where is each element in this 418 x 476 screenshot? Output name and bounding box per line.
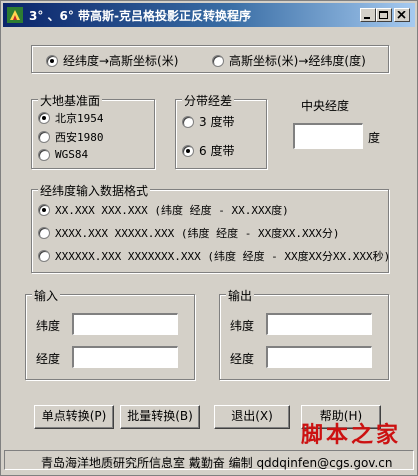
radio-format-seconds[interactable]: XXXXXX.XXX XXXXXXX.XXX (纬度 经度 - XX度XX分XX… (38, 248, 390, 264)
radio-label: 北京1954 (55, 112, 104, 125)
datum-legend: 大地基准面 (38, 92, 103, 109)
maximize-button[interactable] (376, 8, 392, 22)
watermark: 脚本之家 (301, 423, 402, 448)
radio-datum-wgs84[interactable]: WGS84 (38, 148, 88, 161)
radio-format-degrees[interactable]: XX.XXX XXX.XXX (纬度 经度 - XX.XXX度) (38, 202, 289, 218)
radio-geo-to-gauss[interactable]: 经纬度→高斯坐标(米) (46, 52, 178, 69)
close-icon (397, 11, 406, 19)
zone-group: 分带经差 3 度带 6 度带 (175, 92, 267, 169)
radio-label: XXXXXX.XXX XXXXXXX.XXX (纬度 经度 - XX度XX分XX… (55, 250, 391, 263)
radio-label: 西安1980 (55, 131, 104, 144)
input-legend: 输入 (32, 287, 61, 304)
output-lon-label: 经度 (230, 352, 255, 366)
minimize-button[interactable] (360, 8, 376, 22)
input-lat-label: 纬度 (36, 319, 61, 333)
status-bar: 青岛海洋地质研究所信息室 戴勤奋 编制 qddqinfen@cgs.gov.cn (4, 450, 414, 470)
zone-legend: 分带经差 (182, 92, 235, 109)
output-lat-label: 纬度 (230, 319, 255, 333)
radio-button[interactable] (182, 144, 194, 157)
close-button[interactable] (394, 8, 410, 22)
radio-label: 经纬度→高斯坐标(米) (63, 54, 179, 68)
radio-label: 6 度带 (199, 144, 235, 158)
radio-button[interactable] (46, 54, 58, 67)
radio-button[interactable] (38, 131, 50, 143)
radio-datum-beijing1954[interactable]: 北京1954 (38, 110, 104, 126)
output-group: 输出 纬度 经度 (219, 287, 389, 380)
radio-label: 3 度带 (199, 115, 235, 129)
radio-button[interactable] (38, 112, 50, 124)
batch-convert-button[interactable]: 批量转换(B) (120, 405, 200, 429)
central-meridian-unit: 度 (368, 131, 381, 145)
radio-zone-6deg[interactable]: 6 度带 (182, 142, 234, 159)
input-lat-field[interactable] (72, 313, 178, 335)
format-legend: 经纬度输入数据格式 (38, 182, 151, 199)
output-lon-field[interactable] (266, 346, 372, 368)
radio-button[interactable] (38, 204, 50, 216)
input-lon-field[interactable] (72, 346, 178, 368)
main-window: 3° 、6° 带高斯-克吕格投影正反转换程序 经纬度→高斯坐标(米) 高斯坐标(… (0, 0, 418, 476)
radio-button[interactable] (38, 148, 50, 161)
format-group: 经纬度输入数据格式 XX.XXX XXX.XXX (纬度 经度 - XX.XXX… (31, 182, 390, 273)
radio-label: WGS84 (55, 148, 89, 161)
radio-zone-3deg[interactable]: 3 度带 (182, 113, 234, 130)
window-title: 3° 、6° 带高斯-克吕格投影正反转换程序 (29, 9, 252, 23)
input-group: 输入 纬度 经度 (25, 287, 195, 380)
exit-button[interactable]: 退出(X) (214, 405, 290, 429)
radio-gauss-to-geo[interactable]: 高斯坐标(米)→经纬度(度) (212, 52, 366, 69)
central-meridian-input[interactable] (293, 123, 363, 149)
radio-button[interactable] (182, 115, 194, 128)
radio-button[interactable] (38, 250, 50, 262)
radio-format-minutes[interactable]: XXXX.XXX XXXXX.XXX (纬度 经度 - XX度XX.XXX分) (38, 225, 340, 241)
title-bar[interactable]: 3° 、6° 带高斯-克吕格投影正反转换程序 (3, 3, 415, 27)
single-convert-button[interactable]: 单点转换(P) (34, 405, 114, 429)
radio-button[interactable] (38, 227, 50, 239)
radio-label: XX.XXX XXX.XXX (纬度 经度 - XX.XXX度) (55, 204, 289, 217)
radio-label: 高斯坐标(米)→经纬度(度) (229, 54, 366, 68)
input-lon-label: 经度 (36, 352, 61, 366)
output-lat-field[interactable] (266, 313, 372, 335)
radio-label: XXXX.XXX XXXXX.XXX (纬度 经度 - XX度XX.XXX分) (55, 227, 340, 240)
app-icon (7, 7, 23, 23)
status-text: 青岛海洋地质研究所信息室 戴勤奋 编制 qddqinfen@cgs.gov.cn (41, 456, 393, 470)
minimize-icon (364, 17, 370, 19)
radio-datum-xian1980[interactable]: 西安1980 (38, 129, 104, 145)
datum-group: 大地基准面 北京1954 西安1980 WGS84 (31, 92, 155, 169)
radio-button[interactable] (212, 54, 224, 67)
output-legend: 输出 (226, 287, 255, 304)
maximize-icon (379, 11, 388, 19)
direction-group: 经纬度→高斯坐标(米) 高斯坐标(米)→经纬度(度) (31, 45, 389, 73)
central-meridian-label: 中央经度 (301, 99, 350, 113)
